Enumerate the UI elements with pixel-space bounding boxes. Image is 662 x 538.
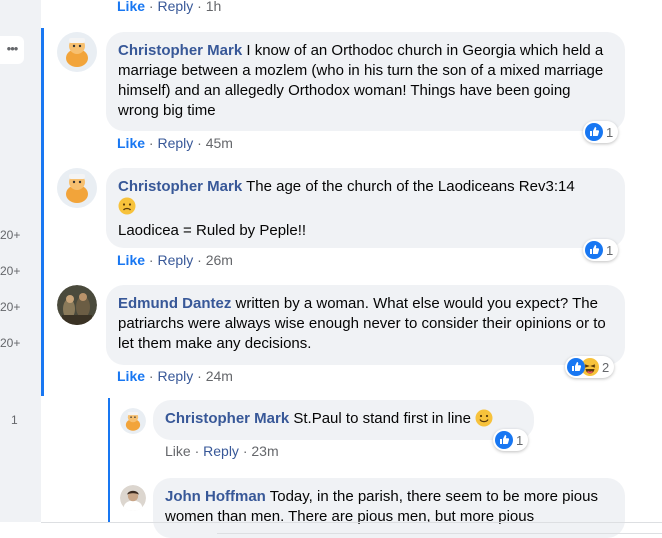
avatar[interactable] — [120, 485, 146, 511]
author-name[interactable]: John Hoffman — [165, 488, 266, 505]
avatar[interactable] — [57, 285, 97, 325]
like-button[interactable]: Like — [117, 368, 145, 384]
avatar-image — [57, 32, 97, 72]
reaction-summary[interactable]: 1 — [583, 121, 619, 143]
reaction-summary[interactable]: 1 — [583, 239, 619, 261]
reaction-count: 1 — [516, 432, 524, 448]
comment-bubble: Christopher Mark I know of an Orthodoc c… — [106, 32, 625, 131]
comment-bubble: Christopher Mark The age of the church o… — [106, 168, 625, 248]
comment-actions: Like · Reply · 1h — [117, 0, 222, 14]
like-button[interactable]: Like — [117, 135, 145, 151]
comment-text: Laodicea = Ruled by Peple!! — [118, 222, 307, 239]
post-count: 20+ — [0, 300, 21, 314]
more-options-button[interactable]: ••• — [0, 36, 24, 64]
timestamp[interactable]: 24m — [206, 368, 233, 384]
like-icon — [585, 241, 603, 259]
avatar-image — [120, 485, 146, 511]
timestamp[interactable]: 45m — [206, 135, 233, 151]
author-name[interactable]: Christopher Mark — [118, 42, 242, 59]
avatar[interactable] — [57, 32, 97, 72]
timestamp[interactable]: 26m — [206, 252, 233, 268]
like-button[interactable]: Like — [117, 252, 145, 268]
thread-indicator — [41, 28, 44, 396]
comment-bubble: Edmund Dantez written by a woman. What e… — [106, 285, 625, 365]
reaction-count: 1 — [606, 124, 614, 140]
reaction-count: 1 — [606, 242, 614, 258]
reply-text: St.Paul to stand first in line — [293, 410, 471, 427]
reply-button[interactable]: Reply — [157, 252, 193, 268]
reply-thread-indicator — [108, 398, 110, 522]
author-name[interactable]: Christopher Mark — [118, 178, 242, 195]
reply-button[interactable]: Reply — [157, 368, 193, 384]
author-name[interactable]: Christopher Mark — [165, 410, 289, 427]
avatar-image — [120, 408, 146, 434]
reply-button[interactable]: Reply — [157, 135, 193, 151]
like-icon — [567, 358, 585, 376]
reaction-count: 2 — [602, 359, 610, 375]
left-panel — [0, 0, 41, 522]
comment-actions: Like · Reply · 24m — [117, 368, 233, 384]
post-count: 20+ — [0, 228, 21, 242]
divider — [41, 522, 662, 523]
avatar-image — [57, 285, 97, 325]
avatar[interactable] — [57, 168, 97, 208]
comment-actions: Like · Reply · 45m — [117, 135, 233, 151]
sad-face-emoji — [118, 197, 136, 221]
avatar[interactable] — [120, 408, 146, 434]
post-count: 20+ — [0, 264, 21, 278]
timestamp[interactable]: 1h — [206, 0, 222, 14]
reply-actions: Like · Reply · 23m — [165, 443, 279, 459]
comment-text: The age of the church of the Laodiceans … — [246, 178, 575, 195]
author-name[interactable]: Edmund Dantez — [118, 295, 231, 312]
smile-emoji — [475, 409, 493, 433]
like-button[interactable]: Like — [117, 0, 145, 14]
timestamp[interactable]: 23m — [251, 443, 278, 459]
comment-actions: Like · Reply · 26m — [117, 252, 233, 268]
avatar-image — [57, 168, 97, 208]
reply-button[interactable]: Reply — [157, 0, 193, 14]
reply-bubble: Christopher Mark St.Paul to stand first … — [153, 400, 534, 440]
like-button[interactable]: Like — [165, 443, 191, 459]
post-count: 20+ — [0, 336, 21, 350]
post-count: 1 — [11, 413, 18, 427]
reply-bubble: John Hoffman Today, in the parish, there… — [153, 478, 625, 538]
reaction-summary[interactable]: 2 — [565, 356, 615, 378]
like-icon — [585, 123, 603, 141]
reply-button[interactable]: Reply — [203, 443, 239, 459]
reaction-summary[interactable]: 1 — [493, 429, 529, 451]
like-icon — [495, 431, 513, 449]
